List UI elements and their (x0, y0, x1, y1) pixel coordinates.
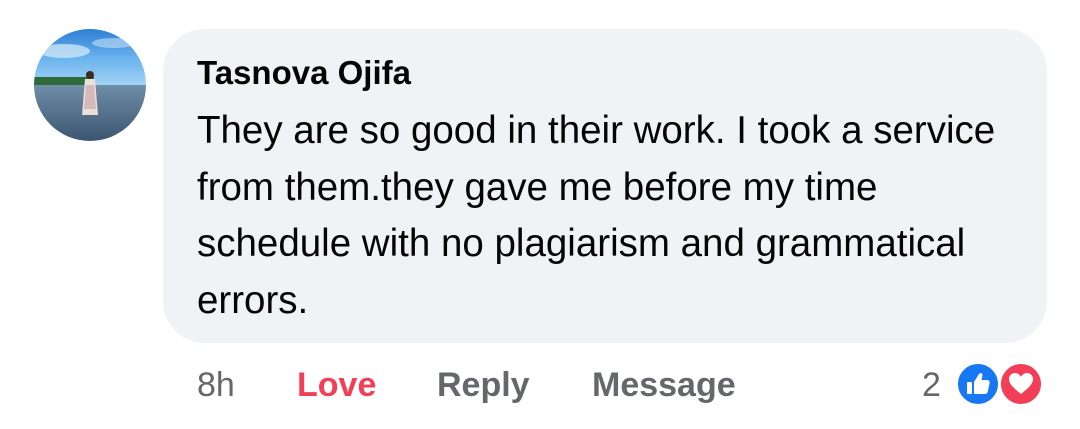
avatar[interactable] (34, 29, 146, 141)
comment-timestamp[interactable]: 8h (197, 363, 235, 407)
reaction-count: 2 (922, 366, 941, 404)
love-icon (998, 361, 1044, 407)
message-button[interactable]: Message (592, 363, 736, 407)
like-icon (955, 361, 1001, 407)
comment-text: They are so good in their work. I took a… (197, 109, 996, 322)
comment-author[interactable]: Tasnova Ojifa (197, 52, 411, 94)
love-button[interactable]: Love (297, 363, 376, 407)
reaction-summary[interactable]: 2 (922, 358, 1050, 410)
reply-button[interactable]: Reply (437, 363, 530, 407)
